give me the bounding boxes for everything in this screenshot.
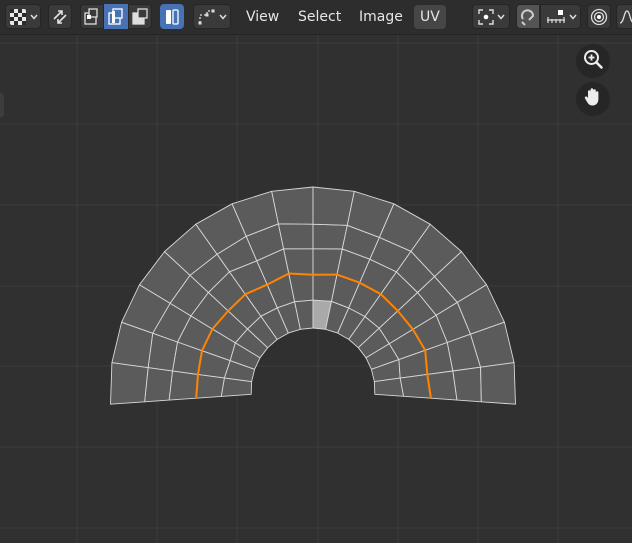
sticky-selection-icon (197, 8, 217, 26)
editor-type-button[interactable] (5, 4, 41, 29)
uv-sync-selection-icon (51, 8, 69, 26)
edge-select-icon (107, 7, 125, 26)
uv-face[interactable] (110, 362, 149, 405)
uv-face[interactable] (271, 186, 314, 225)
uv-face[interactable] (426, 370, 458, 401)
uv-face[interactable] (144, 367, 173, 403)
snap-toggle[interactable] (516, 4, 540, 29)
uv-face[interactable] (277, 223, 314, 250)
uv-face[interactable] (283, 248, 314, 276)
select-menu[interactable]: Select (292, 5, 347, 29)
pivot-point-icon (477, 8, 495, 26)
island-select-icon (163, 8, 181, 26)
uv-canvas[interactable] (0, 35, 632, 543)
pivot-point-dropdown[interactable] (472, 4, 510, 29)
toolbar-collapse-tab[interactable] (0, 93, 4, 117)
proportional-edit-icon (590, 8, 608, 26)
hand-pan-icon (582, 86, 604, 112)
chevron-down-icon (219, 14, 227, 20)
uv-face[interactable] (168, 370, 199, 401)
vertex-select-icon (83, 7, 101, 26)
view-menu[interactable]: View (240, 5, 285, 29)
vertex-select-button[interactable] (80, 4, 104, 29)
falloff-curve-icon (619, 8, 632, 26)
uv-island (110, 186, 516, 405)
image-menu[interactable]: Image (353, 5, 409, 29)
edge-select-button[interactable] (104, 4, 128, 29)
uv-face[interactable] (312, 223, 348, 250)
uv-face[interactable] (480, 362, 516, 405)
sticky-selection-dropdown[interactable] (193, 4, 231, 29)
uv-editor-viewport[interactable] (0, 35, 632, 543)
uv-face[interactable] (399, 373, 432, 399)
zoom-button[interactable] (576, 44, 610, 78)
uv-face[interactable] (452, 366, 482, 403)
proportional-edit-toggle[interactable] (587, 4, 611, 29)
face-select-button[interactable] (128, 4, 152, 29)
uv-face[interactable] (195, 373, 225, 399)
uv-editor-header: View Select Image UV (0, 0, 632, 35)
chevron-down-icon (568, 14, 577, 20)
face-select-icon (131, 7, 149, 26)
checker-grid-icon (9, 8, 27, 26)
uv-face[interactable] (373, 377, 405, 397)
zoom-in-icon (582, 48, 604, 74)
island-select-button[interactable] (160, 4, 184, 29)
chevron-down-icon (29, 14, 38, 20)
snap-target-icon (545, 8, 567, 26)
chevron-down-icon (497, 14, 505, 20)
pan-button[interactable] (576, 82, 610, 116)
falloff-dropdown[interactable] (616, 4, 632, 29)
uv-menu[interactable]: UV (414, 5, 446, 29)
uv-sync-selection-button[interactable] (48, 4, 72, 29)
snap-magnet-icon (519, 8, 537, 26)
snap-target-dropdown[interactable] (540, 4, 581, 29)
